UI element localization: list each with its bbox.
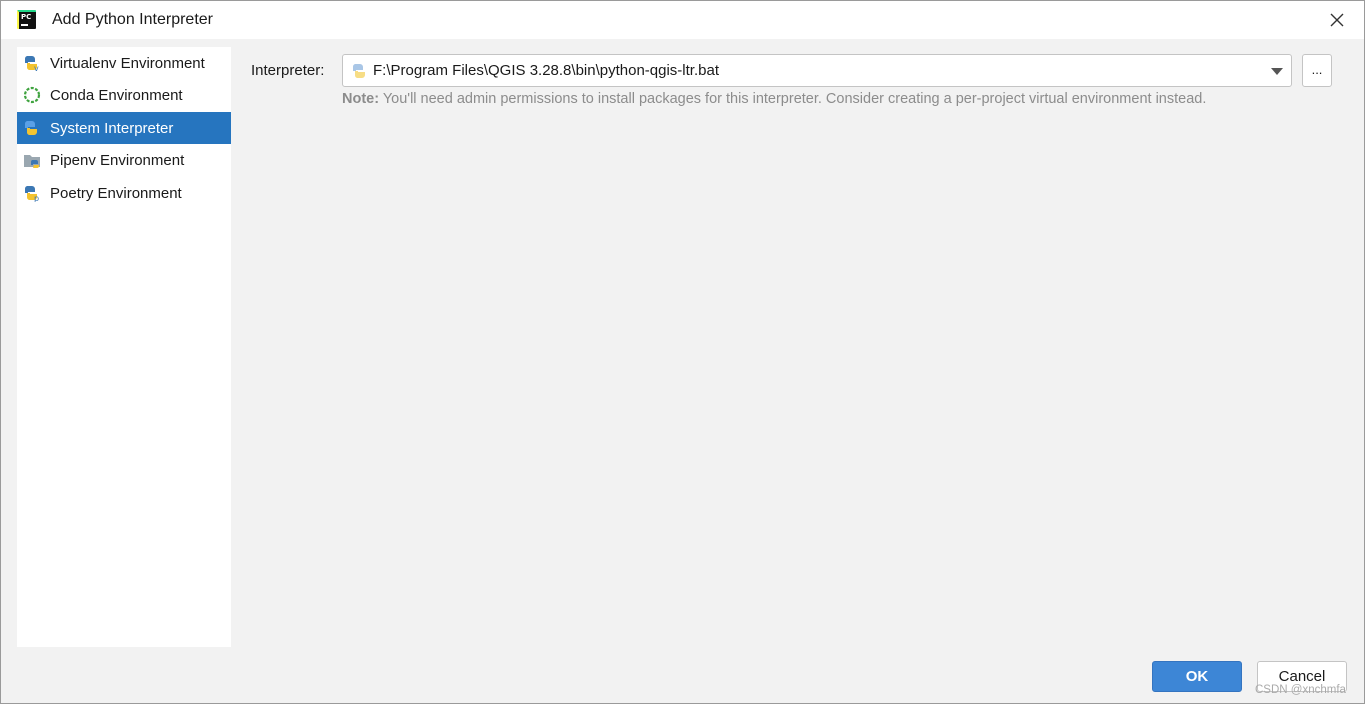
- sidebar-item-label: Conda Environment: [50, 86, 183, 104]
- close-button[interactable]: [1326, 9, 1348, 31]
- note-prefix: Note:: [342, 91, 380, 107]
- interpreter-label: Interpreter:: [251, 62, 325, 79]
- environment-type-list: v Virtualenv Environment Conda Environme…: [17, 47, 231, 647]
- title-bar: PC Add Python Interpreter: [1, 1, 1364, 39]
- sidebar-item-label: Virtualenv Environment: [50, 54, 205, 72]
- dialog-title: Add Python Interpreter: [52, 11, 213, 28]
- sidebar-item-system-interpreter[interactable]: System Interpreter: [17, 112, 231, 144]
- sidebar-item-label: System Interpreter: [50, 119, 174, 137]
- sidebar-item-conda[interactable]: Conda Environment: [17, 79, 231, 111]
- watermark-text: CSDN @xnchmfa: [1255, 684, 1346, 696]
- python-icon: [351, 62, 369, 80]
- sidebar-item-label: Pipenv Environment: [50, 151, 185, 169]
- python-icon: [23, 119, 41, 137]
- svg-text:v: v: [34, 64, 39, 72]
- interpreter-path-value: F:\Program Files\QGIS 3.28.8\bin\python-…: [373, 62, 719, 79]
- browse-button[interactable]: ...: [1302, 54, 1332, 87]
- pycharm-logo-icon: PC: [17, 10, 36, 29]
- ok-button[interactable]: OK: [1152, 661, 1242, 692]
- sidebar-item-label: Poetry Environment: [50, 184, 182, 202]
- dialog-window: PC Add Python Interpreter v Virtualenv E…: [0, 0, 1365, 704]
- sidebar-item-virtualenv[interactable]: v Virtualenv Environment: [17, 47, 231, 79]
- sidebar-item-pipenv[interactable]: Pipenv Environment: [17, 144, 231, 176]
- close-icon: [1330, 13, 1344, 27]
- interpreter-select[interactable]: F:\Program Files\QGIS 3.28.8\bin\python-…: [342, 54, 1292, 87]
- note-text: You'll need admin permissions to install…: [379, 91, 1207, 107]
- admin-permission-note: Note: You'll need admin permissions to i…: [342, 91, 1206, 107]
- chevron-down-icon[interactable]: [1271, 68, 1283, 75]
- pipenv-icon: [23, 151, 41, 169]
- svg-text:p: p: [34, 194, 39, 202]
- sidebar-item-poetry[interactable]: p Poetry Environment: [17, 177, 231, 209]
- conda-icon: [23, 86, 41, 104]
- python-venv-icon: v: [23, 54, 41, 72]
- poetry-icon: p: [23, 184, 41, 202]
